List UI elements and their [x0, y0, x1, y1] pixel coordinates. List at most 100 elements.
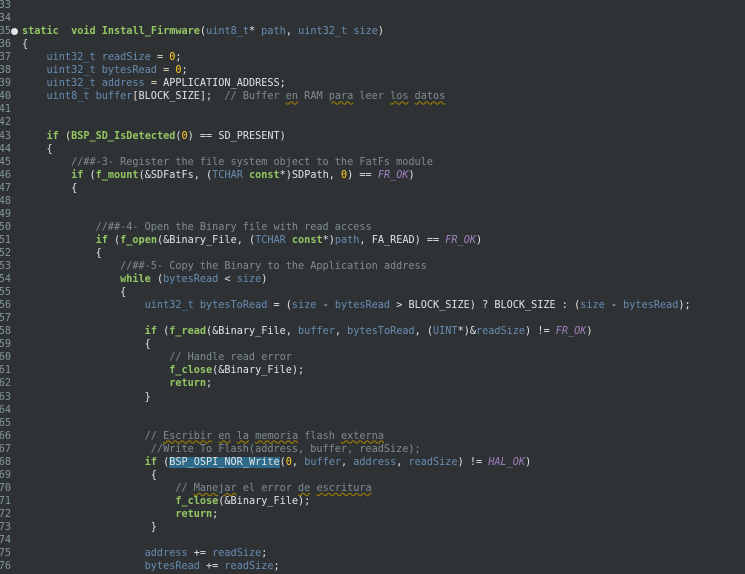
code-token: ): [377, 26, 384, 38]
line-number: 52: [0, 247, 11, 259]
code-line[interactable]: 73 }: [0, 521, 745, 534]
code-token: (&SDFatFs, (: [138, 169, 213, 181]
code-token: return: [22, 378, 207, 390]
code-line[interactable]: 44 {: [0, 143, 745, 156]
code-token: la: [236, 430, 249, 442]
code-line[interactable]: 58 if (f_read(&Binary_File, buffer, byte…: [0, 325, 745, 338]
code-text: }: [22, 521, 157, 534]
code-text: if (f_mount(&SDFatFs, (TCHAR const*)SDPa…: [22, 169, 415, 182]
code-line[interactable]: 40 uint8_t buffer[BLOCK_SIZE]; // Buffer…: [0, 90, 745, 103]
code-line[interactable]: 50 //##-4- Open the Binary file with rea…: [0, 221, 745, 234]
code-line[interactable]: 64: [0, 404, 745, 417]
code-line[interactable]: 71 f_close(&Binary_File);: [0, 495, 745, 508]
code-line[interactable]: 68 if (BSP_OSPI_NOR_Write(0, buffer, add…: [0, 456, 745, 469]
code-token: Manejar: [193, 482, 237, 494]
code-line[interactable]: 39 uint32_t address = APPLICATION_ADDRES…: [0, 77, 745, 90]
code-line[interactable]: 56 uint32_t bytesToRead = (size - bytesR…: [0, 299, 745, 312]
code-line[interactable]: 38 uint32_t bytesRead = 0;: [0, 64, 745, 77]
code-line[interactable]: 35 static void Install_Firmware(uint8_t* …: [0, 25, 745, 38]
code-text: //Write To Flash(address, buffer, readSi…: [22, 443, 421, 456]
code-line[interactable]: 70 // Manejar el error de escritura: [0, 482, 745, 495]
line-number: 69: [0, 469, 11, 481]
code-line[interactable]: 45 //##-3- Register the file system obje…: [0, 156, 745, 169]
code-text: uint32_t bytesToRead = (size - bytesRead…: [22, 299, 691, 312]
code-text: uint32_t bytesRead = 0;: [22, 64, 188, 77]
code-line[interactable]: 53 //##-5- Copy the Binary to the Applic…: [0, 260, 745, 273]
code-token: if: [22, 169, 84, 181]
code-line[interactable]: 59 {: [0, 338, 745, 351]
code-text: // Manejar el error de escritura: [22, 482, 371, 495]
code-text: // Handle read error: [22, 351, 292, 364]
code-token: //##-5- Copy the Binary to the Applicati…: [22, 261, 427, 272]
code-token: bytesToRead: [347, 326, 415, 338]
code-text: f_close(&Binary_File);: [22, 364, 304, 377]
code-line[interactable]: 54 while (bytesRead < size): [0, 273, 745, 286]
code-line[interactable]: 41: [0, 103, 745, 116]
code-line[interactable]: 65: [0, 417, 745, 430]
code-text: //##-4- Open the Binary file with read a…: [22, 221, 372, 234]
code-token: para: [328, 91, 354, 103]
code-line[interactable]: 60 // Handle read error: [0, 351, 745, 364]
code-text: {: [22, 469, 157, 482]
code-line[interactable]: 48: [0, 195, 745, 208]
line-number: 51: [0, 234, 11, 246]
code-token: ,: [341, 456, 354, 468]
code-line[interactable]: 37 uint32_t readSize = 0;: [0, 51, 745, 64]
code-token: BSP_OSPI_NOR_Write: [169, 456, 280, 468]
code-line[interactable]: 57: [0, 312, 745, 325]
code-token: =: [144, 78, 164, 90]
code-token: {: [22, 339, 151, 351]
code-token: ;: [181, 65, 188, 77]
code-token: Install_Firmware: [95, 26, 200, 38]
code-token: bytesRead: [623, 300, 679, 312]
code-token: bytesRead: [95, 65, 157, 77]
code-token: (: [58, 130, 72, 142]
code-line[interactable]: 52 {: [0, 247, 745, 260]
code-token: bytesToRead: [193, 300, 268, 312]
code-line[interactable]: 47 {: [0, 182, 745, 195]
code-token: {: [22, 247, 102, 259]
code-line[interactable]: 66 // Escribir en la memoria flash exter…: [0, 430, 745, 443]
code-line[interactable]: 55 {: [0, 286, 745, 299]
code-token: size: [236, 274, 262, 286]
code-line[interactable]: 61 f_close(&Binary_File);: [0, 364, 745, 377]
code-token: return: [22, 508, 213, 520]
code-token: uint32_t: [298, 26, 348, 38]
code-token: ;: [175, 52, 182, 64]
line-number: 48: [0, 195, 11, 207]
code-token: -: [316, 300, 335, 312]
line-number: 53: [0, 261, 11, 272]
code-line[interactable]: 74: [0, 534, 745, 547]
code-token: readSize: [224, 561, 274, 573]
code-text: uint32_t address = APPLICATION_ADDRESS;: [22, 77, 286, 90]
breakpoint-marker-icon[interactable]: [11, 28, 18, 36]
code-token: void: [71, 26, 96, 38]
code-line[interactable]: 63 }: [0, 391, 745, 404]
code-line[interactable]: 67 //Write To Flash(address, buffer, rea…: [0, 443, 745, 456]
code-editor[interactable]: 33 34 35 static void Install_Firmware(uint8…: [0, 0, 745, 574]
line-number: 71: [0, 495, 11, 507]
code-token: const: [242, 169, 280, 181]
code-line[interactable]: 72 return;: [0, 508, 745, 521]
code-line[interactable]: 33: [0, 0, 745, 12]
code-text: return;: [22, 508, 218, 521]
code-text: // Escribir en la memoria flash externa: [22, 430, 384, 443]
code-token: }: [22, 391, 151, 403]
code-line[interactable]: 76 bytesRead += readSize;: [0, 560, 745, 573]
code-line[interactable]: 51 if (f_open(&Binary_File, (TCHAR const…: [0, 234, 745, 247]
code-line[interactable]: 34: [0, 12, 745, 25]
code-line[interactable]: 62 return;: [0, 377, 745, 390]
code-line[interactable]: 43 if (BSP_SD_IsDetected(0) == SD_PRESEN…: [0, 130, 745, 143]
code-line[interactable]: 69 {: [0, 469, 745, 482]
code-text: return;: [22, 377, 212, 390]
code-line[interactable]: 36 {: [0, 38, 745, 51]
code-line[interactable]: 49: [0, 208, 745, 221]
code-token: //: [22, 482, 194, 494]
code-line[interactable]: 75 address += readSize;: [0, 547, 745, 560]
code-token: *): [322, 234, 335, 246]
code-token: , FA_READ) ==: [359, 234, 446, 246]
code-token: if: [22, 456, 157, 468]
code-line[interactable]: 42: [0, 116, 745, 129]
code-token: path: [334, 234, 360, 246]
code-line[interactable]: 46 if (f_mount(&SDFatFs, (TCHAR const*)S…: [0, 169, 745, 182]
